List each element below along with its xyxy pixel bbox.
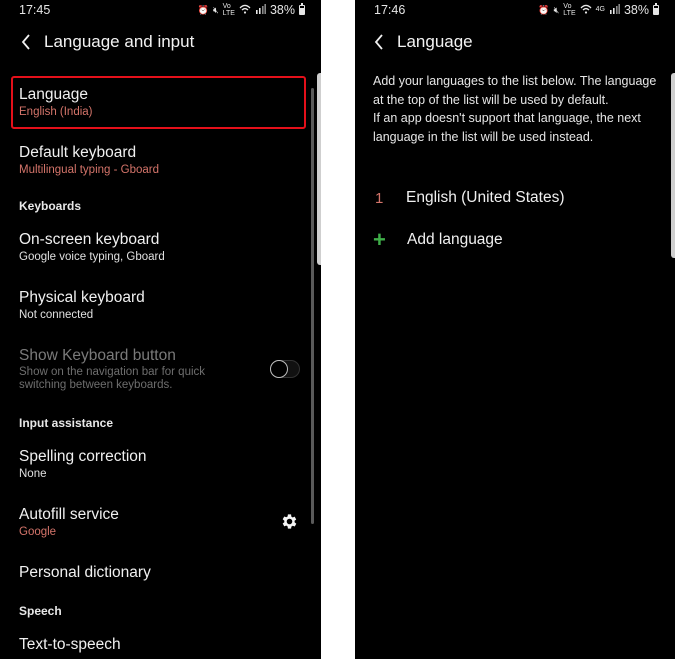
item-subtitle: English (India) <box>19 106 93 118</box>
add-language-button[interactable]: + Add language <box>373 227 503 252</box>
text-to-speech-item[interactable]: Text-to-speech <box>19 635 301 654</box>
back-chevron-icon <box>374 34 383 50</box>
item-title: Physical keyboard <box>19 289 145 306</box>
autofill-service-item[interactable]: Autofill service Google <box>19 505 261 540</box>
language-list-item[interactable]: 1 English (United States) <box>375 189 565 207</box>
battery-percent: 38% <box>269 3 295 17</box>
battery-percent: 38% <box>623 3 649 17</box>
status-bar: 17:45 ⏰ 🔇︎ Vo LTE 38% <box>0 0 321 22</box>
page-title: Language <box>397 32 473 51</box>
status-time: 17:45 <box>19 3 51 17</box>
back-button[interactable] <box>14 30 38 54</box>
wifi-icon <box>580 4 592 17</box>
wifi-icon <box>239 4 251 17</box>
item-title: Personal dictionary <box>19 564 151 581</box>
edge-panel-handle[interactable] <box>671 73 675 258</box>
item-subtitle: Multilingual typing - Gboard <box>19 164 159 176</box>
battery-icon <box>299 3 305 15</box>
edge-panel-handle[interactable] <box>317 73 321 265</box>
description-paragraph-2: If an app doesn't support that language,… <box>373 111 641 144</box>
item-title: Default keyboard <box>19 144 137 161</box>
volte-icon: Vo LTE <box>563 3 576 17</box>
section-header-input-assistance: Input assistance <box>19 416 114 430</box>
gear-icon[interactable] <box>280 512 299 531</box>
item-title: On-screen keyboard <box>19 231 160 248</box>
item-title: Text-to-speech <box>19 636 121 653</box>
item-title: Show Keyboard button <box>19 347 176 364</box>
app-bar: Language and input <box>0 26 321 58</box>
section-header-speech: Speech <box>19 604 62 618</box>
status-bar: 17:46 ⏰ 🔇︎ Vo LTE 4G 38% <box>355 0 675 22</box>
item-subtitle: Google <box>19 526 57 538</box>
back-button[interactable] <box>367 30 391 54</box>
alarm-icon: ⏰ <box>197 5 209 15</box>
item-subtitle: Google voice typing, Gboard <box>19 251 165 263</box>
show-keyboard-button-toggle[interactable] <box>270 360 300 378</box>
personal-dictionary-item[interactable]: Personal dictionary <box>19 563 301 582</box>
page-title: Language and input <box>44 32 195 51</box>
section-header-keyboards: Keyboards <box>19 199 82 213</box>
battery-icon <box>653 3 659 15</box>
add-language-label: Add language <box>407 231 503 248</box>
item-subtitle: Show on the navigation bar for quick swi… <box>19 366 206 391</box>
default-keyboard-item[interactable]: Default keyboard Multilingual typing - G… <box>19 143 301 178</box>
signal-icon <box>609 3 620 17</box>
spelling-correction-item[interactable]: Spelling correction None <box>19 447 301 482</box>
status-time: 17:46 <box>374 3 406 17</box>
signal-icon <box>255 3 266 17</box>
plus-icon: + <box>373 227 386 252</box>
show-keyboard-button-item: Show Keyboard button Show on the navigat… <box>19 346 253 392</box>
alarm-icon: ⏰ <box>538 5 550 15</box>
description-paragraph-1: Add your languages to the list below. Th… <box>373 74 657 107</box>
on-screen-keyboard-item[interactable]: On-screen keyboard Google voice typing, … <box>19 230 301 265</box>
language-rank: 1 <box>375 189 384 207</box>
item-subtitle: Not connected <box>19 309 94 321</box>
app-bar: Language <box>355 26 675 58</box>
language-name: English (United States) <box>406 189 565 206</box>
item-title: Autofill service <box>19 506 119 523</box>
mute-icon: 🔇︎ <box>212 5 219 15</box>
toggle-knob <box>270 360 288 378</box>
language-and-input-screen: 17:45 ⏰ 🔇︎ Vo LTE 38% Language and input … <box>0 0 321 659</box>
physical-keyboard-item[interactable]: Physical keyboard Not connected <box>19 288 301 323</box>
language-description: Add your languages to the list below. Th… <box>373 72 658 146</box>
item-title: Spelling correction <box>19 448 147 465</box>
item-subtitle: None <box>19 468 47 480</box>
item-title: Language <box>19 86 88 103</box>
language-item[interactable]: Language English (India) <box>19 85 301 120</box>
mute-icon: 🔇︎ <box>553 5 560 15</box>
4g-icon: 4G <box>595 6 605 13</box>
scrollbar[interactable] <box>311 88 314 524</box>
back-chevron-icon <box>21 34 30 50</box>
volte-icon: Vo LTE <box>222 3 235 17</box>
